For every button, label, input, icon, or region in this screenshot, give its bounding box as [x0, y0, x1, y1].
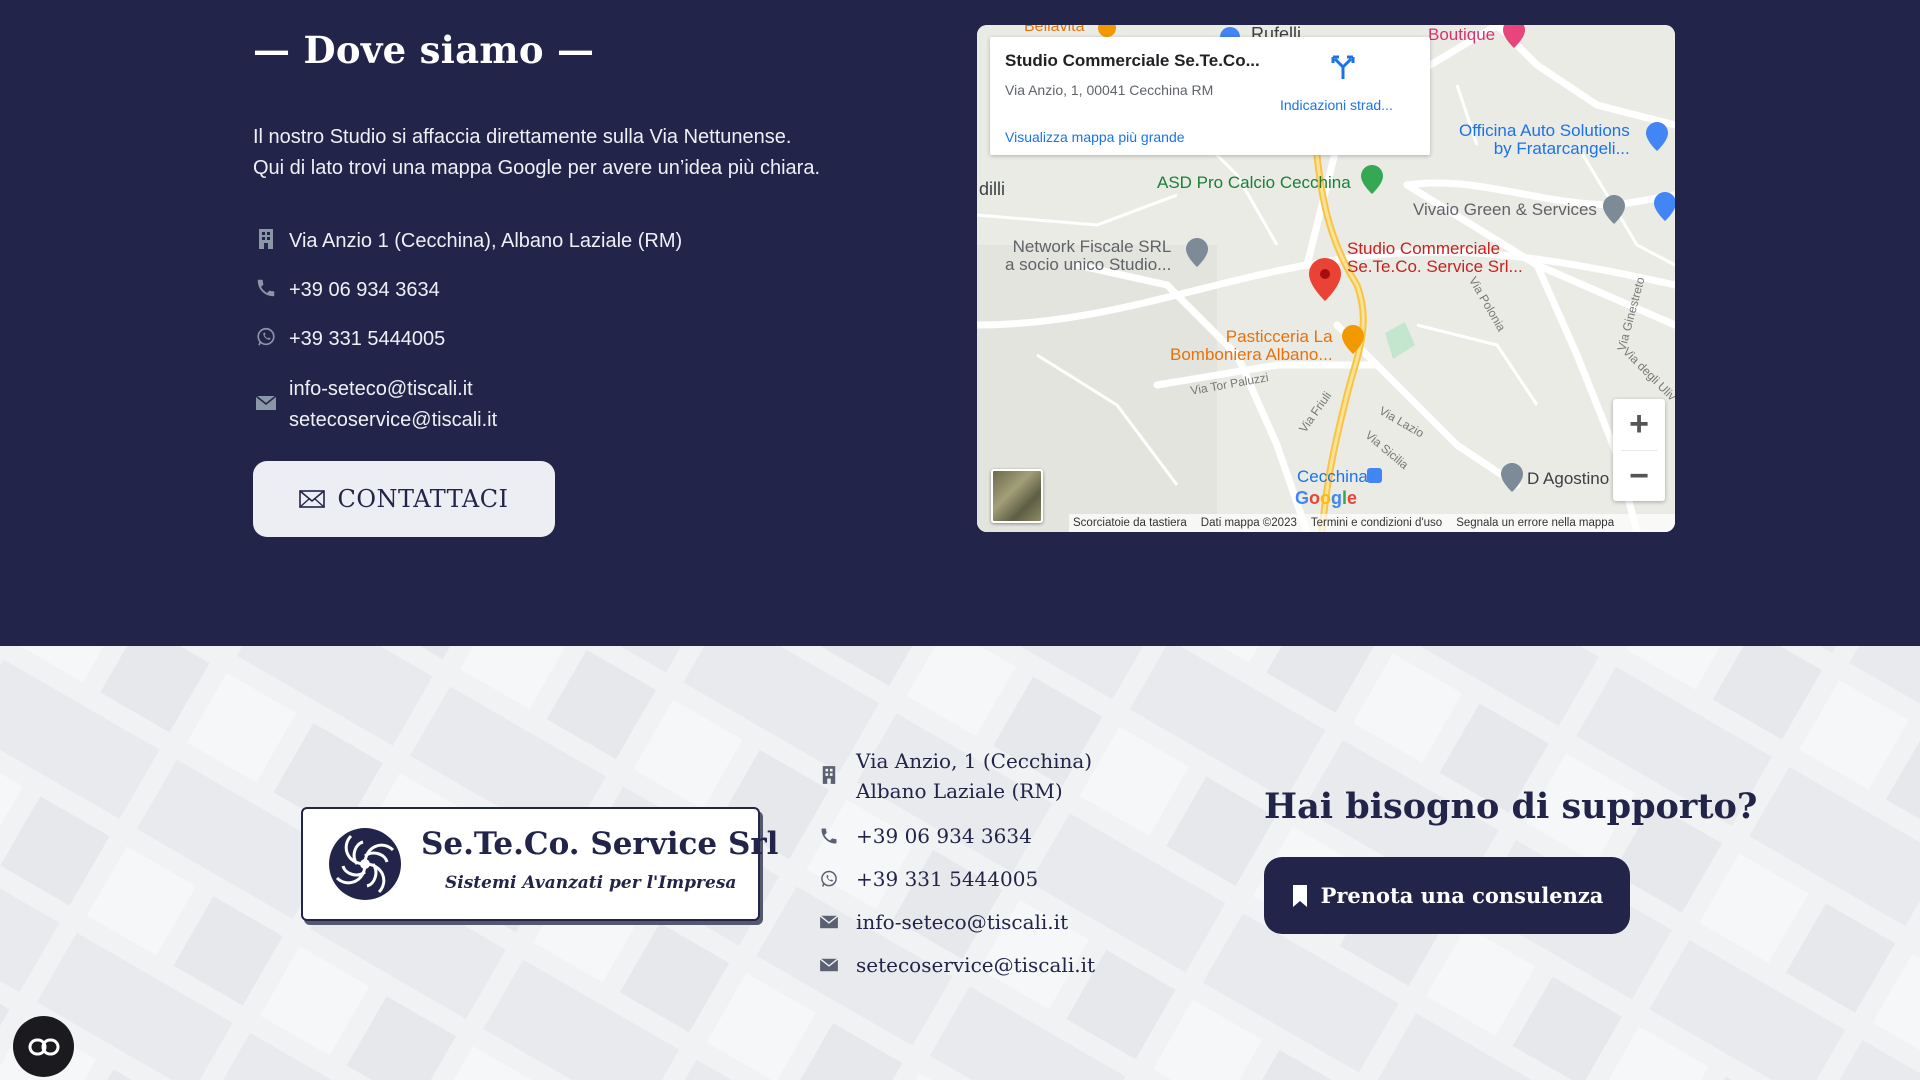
- poi-line: by Fratarcangeli...: [1493, 139, 1630, 158]
- place-address: Via Anzio, 1, 00041 Cecchina RM: [1005, 82, 1214, 98]
- poi-line: Network Fiscale SRL: [1012, 237, 1172, 256]
- satellite-toggle[interactable]: [991, 469, 1043, 523]
- accessibility-widget-button[interactable]: [13, 1016, 74, 1077]
- building-icon: [818, 760, 840, 790]
- poi-label: Network Fiscale SRL a socio unico Studio…: [1005, 238, 1171, 274]
- poi-line: Bomboniera Albano...: [1170, 345, 1333, 364]
- google-logo: Google: [1295, 488, 1358, 508]
- company-logo[interactable]: Se.Te.Co. Service Srl Sistemi Avanzati p…: [301, 807, 778, 921]
- support-heading: Hai bisogno di supporto?: [1264, 786, 1758, 827]
- footer-email-row[interactable]: info-seteco@tiscali.it: [818, 907, 1068, 937]
- map-place-card: Studio Commerciale Se.Te.Co... Via Anzio…: [990, 37, 1430, 155]
- contact-email-row: info-seteco@tiscali.it setecoservice@tis…: [253, 374, 497, 436]
- contact-address-row: Via Anzio 1 (Cecchina), Albano Laziale (…: [253, 226, 682, 257]
- poi-line: Pasticceria La: [1225, 327, 1333, 346]
- contact-email-link[interactable]: info-seteco@tiscali.it: [289, 374, 497, 405]
- logo-company-name: Se.Te.Co. Service Srl: [421, 826, 779, 862]
- contact-us-button[interactable]: CONTATTACI: [253, 461, 555, 537]
- poi-line: a socio unico Studio...: [1005, 255, 1172, 274]
- poi-label: Bellavita: [1024, 25, 1085, 35]
- logo-tagline: Sistemi Avanzati per l'Impresa: [445, 873, 737, 893]
- footer-address-line: Albano Laziale (RM): [856, 779, 1063, 803]
- book-consultation-button[interactable]: Prenota una consulenza: [1264, 857, 1630, 934]
- zoom-out-button[interactable]: −: [1613, 451, 1665, 502]
- footer: [0, 646, 1920, 1080]
- envelope-icon: [253, 390, 279, 416]
- poi-label: ASD Pro Calcio Cecchina: [1157, 173, 1351, 192]
- contact-whatsapp-link[interactable]: +39 331 5444005: [289, 324, 445, 355]
- poi-label: Vivaio Green & Services: [1413, 200, 1597, 219]
- report-error-link[interactable]: Segnala un errore nella mappa: [1456, 517, 1614, 529]
- footer-whatsapp-link[interactable]: +39 331 5444005: [856, 864, 1038, 894]
- footer-email-link[interactable]: info-seteco@tiscali.it: [856, 907, 1068, 937]
- poi-label: Boutique: [1428, 25, 1496, 44]
- place-name: Studio Commerciale Se.Te.Co...: [1005, 51, 1260, 70]
- zoom-in-button[interactable]: +: [1613, 399, 1665, 450]
- poi-line: Se.Te.Co. Service Srl...: [1347, 257, 1523, 276]
- location-section: — Dove siamo — Il nostro Studio si affac…: [0, 0, 1920, 646]
- footer-address-row: Via Anzio, 1 (Cecchina) Albano Laziale (…: [818, 746, 1092, 806]
- poi-label: Cecchina: [1297, 467, 1368, 486]
- envelope-icon: [818, 950, 840, 980]
- directions-link[interactable]: Indicazioni strad...: [1280, 97, 1393, 113]
- envelope-icon: [818, 907, 840, 937]
- footer-address: Via Anzio, 1 (Cecchina) Albano Laziale (…: [856, 746, 1092, 806]
- footer-phone-row[interactable]: +39 06 934 3634: [818, 821, 1032, 851]
- map-data-text: Dati mappa ©2023: [1200, 517, 1297, 529]
- footer-email-row[interactable]: setecoservice@tiscali.it: [818, 950, 1095, 980]
- directions-icon[interactable]: [1330, 53, 1356, 84]
- phone-icon: [818, 821, 840, 851]
- contact-phone-row[interactable]: +39 06 934 3634: [253, 275, 440, 306]
- contact-emails: info-seteco@tiscali.it setecoservice@tis…: [289, 374, 497, 436]
- larger-map-link[interactable]: Visualizza mappa più grande: [1005, 129, 1185, 145]
- phone-icon: [253, 275, 279, 301]
- accessibility-icon: [28, 1038, 59, 1055]
- poi-label: Officina Auto Solutions by Fratarcangeli…: [1459, 122, 1630, 158]
- poi-label: D Agostino: [1527, 469, 1610, 488]
- map-attribution: Scorciatoie da tastiera Dati mappa ©2023…: [1069, 514, 1675, 532]
- contact-phone-link[interactable]: +39 06 934 3634: [289, 275, 440, 306]
- section-title: — Dove siamo —: [253, 28, 595, 72]
- footer-phone-link[interactable]: +39 06 934 3634: [856, 821, 1032, 851]
- poi-label: Pasticceria La Bomboniera Albano...: [1170, 328, 1333, 364]
- poi-label: dilli: [979, 179, 1006, 199]
- contact-address: Via Anzio 1 (Cecchina), Albano Laziale (…: [289, 230, 683, 252]
- footer-pattern: [0, 646, 1920, 1080]
- intro-line: Il nostro Studio si affaccia direttament…: [253, 126, 792, 148]
- intro-line: Qui di lato trovi una mappa Google per a…: [253, 157, 821, 179]
- keyboard-shortcuts-link[interactable]: Scorciatoie da tastiera: [1073, 517, 1187, 529]
- whatsapp-icon: [253, 324, 279, 350]
- footer-email-link[interactable]: setecoservice@tiscali.it: [856, 950, 1095, 980]
- terms-link[interactable]: Termini e condizioni d'uso: [1311, 517, 1442, 529]
- poi-line: Studio Commerciale: [1347, 239, 1501, 258]
- contact-whatsapp-row[interactable]: +39 331 5444005: [253, 324, 445, 355]
- google-map[interactable]: Bellavita Rufelli Boutique Officina Auto…: [977, 25, 1675, 532]
- contact-us-label: CONTATTACI: [337, 485, 509, 513]
- section-intro: Il nostro Studio si affaccia direttament…: [253, 122, 820, 184]
- whatsapp-icon: [818, 864, 840, 894]
- footer-whatsapp-row[interactable]: +39 331 5444005: [818, 864, 1038, 894]
- footer-address-line: Via Anzio, 1 (Cecchina): [856, 749, 1093, 773]
- zoom-controls: + −: [1613, 399, 1665, 501]
- contact-email-link[interactable]: setecoservice@tiscali.it: [289, 405, 497, 436]
- poi-line: Officina Auto Solutions: [1459, 121, 1630, 140]
- swirl-logo-icon: [329, 828, 401, 900]
- bookmark-icon: [1292, 884, 1307, 907]
- poi-label: Studio Commerciale Se.Te.Co. Service Srl…: [1347, 240, 1523, 276]
- book-consultation-label: Prenota una consulenza: [1320, 883, 1604, 908]
- building-icon: [253, 226, 279, 252]
- mail-outline-icon: [299, 490, 326, 508]
